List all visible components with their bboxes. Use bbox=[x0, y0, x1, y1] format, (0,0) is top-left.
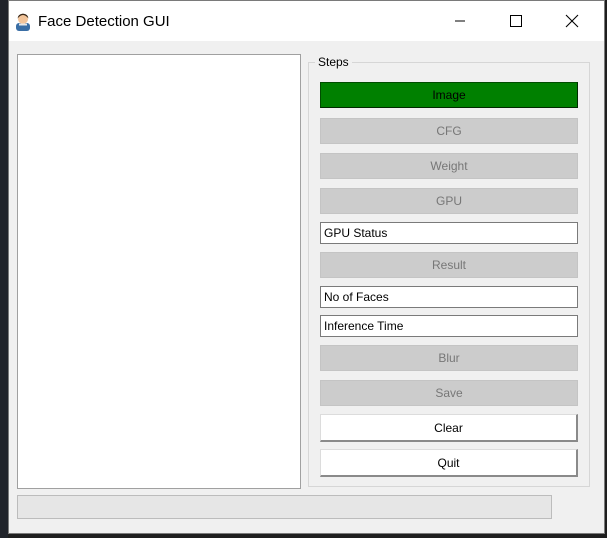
title-bar[interactable]: Face Detection GUI bbox=[9, 1, 604, 41]
blur-button[interactable]: Blur bbox=[320, 345, 578, 371]
person-face-icon bbox=[16, 13, 30, 31]
maximize-button[interactable] bbox=[493, 1, 539, 41]
gpu-button[interactable]: GPU bbox=[320, 188, 578, 214]
steps-group-label: Steps bbox=[315, 55, 352, 69]
desktop-background bbox=[0, 0, 8, 538]
progress-bar bbox=[17, 495, 552, 519]
inference-time-field[interactable]: Inference Time bbox=[320, 315, 578, 337]
clear-button[interactable]: Clear bbox=[320, 414, 578, 442]
minimize-button[interactable] bbox=[437, 1, 483, 41]
window-title: Face Detection GUI bbox=[38, 13, 170, 30]
maximize-icon bbox=[510, 15, 522, 27]
image-button[interactable]: Image bbox=[320, 82, 578, 108]
image-display-canvas bbox=[17, 54, 301, 489]
app-window: Face Detection GUI Steps Image CFG Weigh… bbox=[8, 0, 605, 534]
gpu-status-field[interactable]: GPU Status bbox=[320, 222, 578, 244]
result-button[interactable]: Result bbox=[320, 252, 578, 278]
close-icon bbox=[565, 14, 579, 28]
face-count-field[interactable]: No of Faces bbox=[320, 286, 578, 308]
quit-button[interactable]: Quit bbox=[320, 449, 578, 477]
save-button[interactable]: Save bbox=[320, 380, 578, 406]
cfg-button[interactable]: CFG bbox=[320, 118, 578, 144]
close-button[interactable] bbox=[549, 1, 595, 41]
minimize-icon bbox=[455, 20, 465, 22]
weight-button[interactable]: Weight bbox=[320, 153, 578, 179]
